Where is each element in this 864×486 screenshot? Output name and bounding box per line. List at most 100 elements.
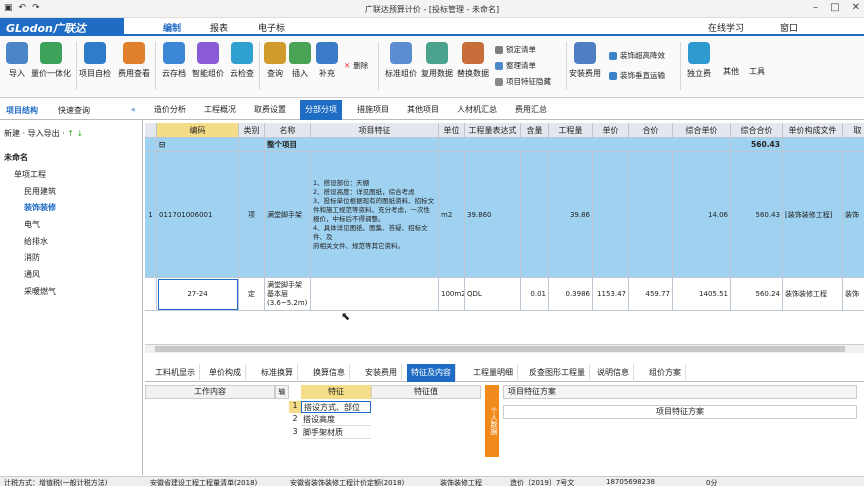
tree-node-electrical[interactable]: 电气 [24,219,40,230]
install-fee-button[interactable]: 安装费用 [568,42,602,79]
feature-value-header: 特征值 [371,385,481,399]
tab-quantity-detail[interactable]: 工程量明细 [469,364,518,382]
tab-fee-settings[interactable]: 取费设置 [249,100,291,120]
tab-itemized[interactable]: 分部分项 [300,100,342,120]
col-quantity[interactable]: 工程量 [549,123,593,138]
organize-list-button[interactable]: 整理清单 [495,60,536,71]
col-content[interactable]: 含量 [521,123,549,138]
feature-row[interactable]: 搭设方式、部位 [301,401,371,413]
grid-horizontal-scrollbar[interactable] [145,344,864,353]
replace-data-button[interactable]: 替换数据 [456,42,490,79]
tree-node-ventilation[interactable]: 通风 [24,269,40,280]
main-tabs: 造价分析 工程概况 取费设置 分部分项 措施项目 其他项目 人材机汇总 费用汇总 [143,100,864,120]
import-icon [6,42,28,64]
tab-measures[interactable]: 措施项目 [352,100,394,120]
col-fee[interactable]: 取 [843,123,864,138]
independent-fee-button[interactable]: 独立费 [682,42,716,79]
col-price-file[interactable]: 单价构成文件 [783,123,843,138]
self-check-button[interactable]: 项目自检 [78,42,112,79]
tree-node-unit-project[interactable]: 单项工程 [14,169,46,180]
tab-project-structure[interactable]: 项目结构 [6,105,38,116]
col-expression[interactable]: 工程量表达式 [465,123,521,138]
tree-node-civil[interactable]: 民用建筑 [24,186,56,197]
feature-row[interactable]: 搭设高度 [301,414,371,426]
tab-reverse-lookup[interactable]: 反查图形工程量 [525,364,590,382]
supplement-icon [316,42,338,64]
app-logo: GLodon广联达 [0,18,124,36]
tree-node-root[interactable]: 未命名 [4,152,28,163]
new-import-export-menu[interactable]: 新建 · 导入导出 · [4,129,65,138]
hide-features-button[interactable]: 项目特征隐藏 [495,76,551,87]
decoration-height-button[interactable]: 装饰超高降效 [609,50,665,61]
menu-bar: GLodon广联达 编制 报表 电子标 在线学习 窗口 [0,18,864,36]
tools-button[interactable]: 工具 [740,66,774,77]
maximize-icon[interactable]: □ [830,2,839,13]
vertical-transport-icon [609,71,617,80]
arrow-down-icon[interactable]: ↓ [77,129,84,138]
cloud-archive-button[interactable]: 云存档 [157,42,191,79]
cloud-check-button[interactable]: 云检查 [225,42,259,79]
col-unit[interactable]: 单位 [439,123,465,138]
reuse-data-button[interactable]: 复用数据 [420,42,454,79]
tree-node-decoration[interactable]: 装饰装修 [24,202,56,213]
col-type[interactable]: 类别 [239,123,265,138]
col-comp-price[interactable]: 综合单价 [673,123,731,138]
tab-features-content[interactable]: 特征及内容 [407,364,456,382]
reuse-data-icon [426,42,448,64]
smart-pricing-button[interactable]: 智能组价 [191,42,225,79]
col-code[interactable]: 编码 [157,123,239,138]
window-menu[interactable]: 窗口 [780,21,798,34]
menu-e-bid[interactable]: 电子标 [258,21,285,34]
tab-quick-search[interactable]: 快速查询 [58,105,90,116]
col-total[interactable]: 合价 [629,123,673,138]
tree-node-heating[interactable]: 采暖燃气 [24,286,56,297]
tab-labor-display[interactable]: 工料机显示 [151,364,200,382]
personal-data-tab[interactable]: 个人数据 [485,385,499,457]
import-button[interactable]: 导入 [0,42,34,79]
title-bar: ▣ ↶ ↷ 广联达预算计价 - [投标管理 - 未命名] – □ ✕ [0,0,864,18]
tab-price-composition[interactable]: 单价构成 [205,364,246,382]
tab-other-items[interactable]: 其他项目 [402,100,444,120]
tab-install-fee[interactable]: 安装费用 [361,364,402,382]
col-name[interactable]: 名称 [265,123,311,138]
lock-list-button[interactable]: 锁定清单 [495,44,536,55]
tab-conversion-info[interactable]: 换算信息 [309,364,350,382]
col-feature[interactable]: 项目特征 [311,123,439,138]
quantity-price-icon [40,42,62,64]
tab-fee-summary[interactable]: 费用汇总 [510,100,552,120]
tab-cost-analysis[interactable]: 造价分析 [149,100,191,120]
install-fee-icon [574,42,596,64]
col-comp-total[interactable]: 综合合价 [731,123,783,138]
arrow-up-icon[interactable]: ↑ [67,129,74,138]
ribbon-toolbar: 导入 量价一体化 项目自检 费用查看 云存档 智能组价 云检查 查询 插入 补充… [0,36,864,98]
quantity-price-button[interactable]: 量价一体化 [30,42,72,79]
window-title: 广联达预算计价 - [投标管理 - 未命名] [364,5,500,14]
feature-row[interactable]: 脚手架材质 [301,427,371,439]
smart-pricing-icon [197,42,219,64]
menu-report[interactable]: 报表 [210,21,228,34]
delete-button[interactable]: ✕ 删除 [344,60,368,71]
close-icon[interactable]: ✕ [852,2,860,13]
collapse-panel-icon[interactable]: « [131,105,136,114]
vertical-transport-button[interactable]: 装饰垂直运输 [609,70,665,81]
decoration-height-icon [609,51,617,60]
work-content-header: 工作内容 [145,385,275,399]
online-learning-link[interactable]: 在线学习 [708,21,744,34]
tree-node-fire[interactable]: 消防 [24,252,40,263]
view-fees-button[interactable]: 费用查看 [117,42,151,79]
tab-overview[interactable]: 工程概况 [199,100,241,120]
tab-description[interactable]: 说明信息 [593,364,634,382]
tab-pricing-scheme[interactable]: 组价方案 [645,364,686,382]
col-price[interactable]: 单价 [593,123,629,138]
collapse-icon[interactable]: ⊟ [157,138,239,152]
tree-node-plumbing[interactable]: 给排水 [24,236,48,247]
tab-standard-conversion[interactable]: 标准换算 [257,364,298,382]
organize-icon [495,61,503,70]
tab-labor-material[interactable]: 人材机汇总 [452,100,502,120]
independent-fee-icon [688,42,710,64]
standard-pricing-button[interactable]: 标准组价 [384,42,418,79]
status-bar: 计税方式：增值税(一般计税方法) 安徽省建设工程工程量清单(2018) 安徽省装… [0,476,864,486]
menu-edit[interactable]: 编制 [163,21,181,34]
supplement-button[interactable]: 补充 [310,42,344,79]
minimize-icon[interactable]: – [813,2,818,13]
